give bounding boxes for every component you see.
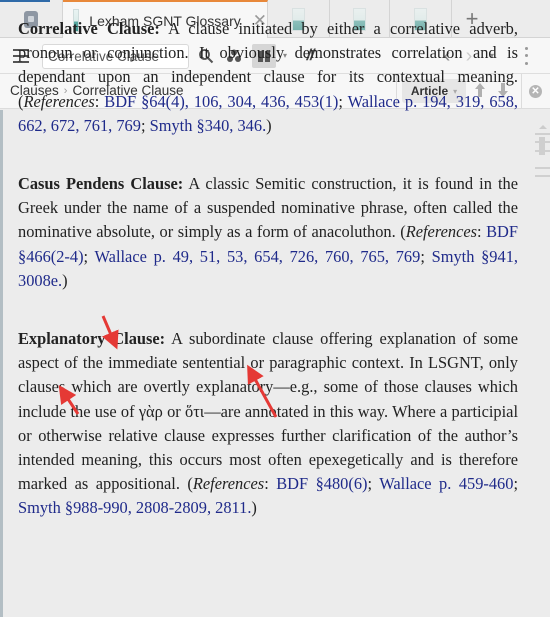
glossary-entry-casus-pendens: Casus Pendens Clause: A classic Semitic … <box>18 172 518 293</box>
separator: ; <box>140 115 150 135</box>
colon: : <box>94 91 105 111</box>
reference-link-bdf[interactable]: BDF <box>276 474 308 493</box>
reference-link-bdf[interactable]: BDF <box>486 222 518 241</box>
references-label: References <box>405 222 478 242</box>
window-edge <box>0 110 3 617</box>
more-options-icon[interactable] <box>520 45 532 67</box>
reference-link-wallace[interactable]: Wallace <box>95 247 147 266</box>
reference-link-bdf-sections[interactable]: §466(2-4) <box>18 247 84 266</box>
scroll-mark <box>535 167 550 169</box>
references-label: References <box>192 474 265 494</box>
separator: ; <box>420 246 432 266</box>
separator: ) <box>266 115 272 135</box>
references-label: References <box>23 91 95 111</box>
reference-link-smyth-sections[interactable]: §340, 346. <box>192 116 267 135</box>
reference-link-bdf-sections[interactable]: §480(6) <box>308 474 368 493</box>
entry-definition: A subordinate clause offering explanatio… <box>18 329 519 494</box>
separator: ; <box>367 474 380 494</box>
divider <box>521 74 522 109</box>
glossary-entry-correlative: Correlative Clause: A clause initiated b… <box>18 17 518 138</box>
colon: : <box>477 222 487 242</box>
reference-link-wallace-pages[interactable]: p. 49, 51, 53, 654, 726, 760, 765, 769 <box>147 247 421 266</box>
reference-link-smyth-sections[interactable]: §988-990, 2808-2809, 2811. <box>61 498 252 517</box>
close-circle-icon[interactable]: ✕ <box>529 85 542 98</box>
reference-link-wallace[interactable]: Wallace <box>348 92 400 111</box>
reference-link-bdf-sections[interactable]: §64(4), 106, 304, 436, 453(1) <box>136 92 338 111</box>
separator: ) <box>62 270 68 290</box>
separator: ; <box>338 91 348 111</box>
reference-link-smyth[interactable]: Smyth <box>150 116 193 135</box>
reference-link-smyth[interactable]: Smyth <box>432 247 475 266</box>
reference-link-bdf[interactable]: BDF <box>104 92 136 111</box>
separator: ; <box>83 246 95 266</box>
scroll-mark <box>535 133 550 135</box>
entry-term: Casus Pendens Clause: <box>18 174 184 194</box>
scroll-up-icon[interactable] <box>539 125 547 129</box>
reference-link-smyth[interactable]: Smyth <box>18 498 61 517</box>
scrollbar-thumb[interactable] <box>539 137 545 155</box>
entry-term: Correlative Clause: <box>18 19 160 38</box>
scroll-mark <box>535 175 550 177</box>
reference-link-wallace[interactable]: Wallace <box>379 474 431 493</box>
glossary-entry-explanatory: Explanatory Clause: A subordinate clause… <box>18 327 518 521</box>
glossary-article: Correlative Clause: A clause initiated b… <box>18 17 518 545</box>
entry-term: Explanatory Clause: <box>18 329 166 349</box>
separator: ; <box>513 474 519 494</box>
colon: : <box>264 474 277 494</box>
separator: ) <box>251 498 257 518</box>
reference-link-wallace-pages[interactable]: p. 459-460 <box>432 474 513 493</box>
